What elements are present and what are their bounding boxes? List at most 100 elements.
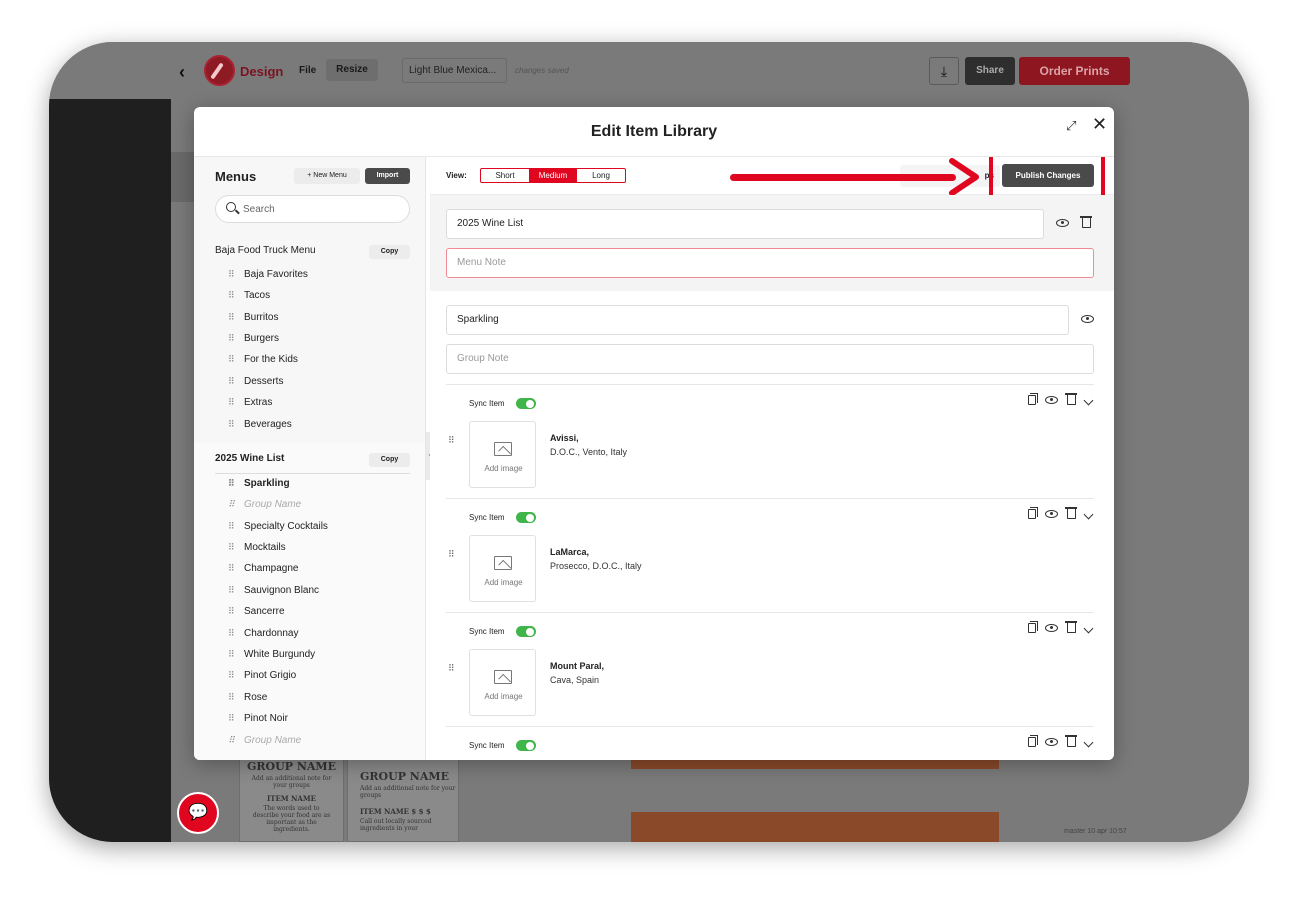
sidebar-group-item[interactable]: ⠿ Burritos [228,312,278,326]
drag-handle-icon[interactable]: ⠿ [228,312,238,323]
drag-handle-icon[interactable]: ⠿ [448,435,455,446]
share-button[interactable]: Share [965,57,1015,85]
menu-name-baja[interactable]: Baja Food Truck Menu [215,245,316,256]
drag-handle-icon[interactable]: ⠿ [228,649,238,660]
trash-icon[interactable] [1065,507,1077,519]
add-image-button[interactable]: Add image [469,421,536,488]
drag-handle-icon[interactable]: ⠿ [228,670,238,681]
download-button[interactable]: ⤓ [929,57,959,85]
add-image-button[interactable]: Add image [469,535,536,602]
drag-handle-icon[interactable]: ⠿ [228,376,238,387]
sidebar-group-item[interactable]: ⠿ For the Kids [228,354,298,368]
close-icon[interactable]: ✕ [1092,114,1107,135]
menu-name-wine[interactable]: 2025 Wine List [215,453,284,464]
file-menu[interactable]: File [299,65,316,76]
sidebar-group-item[interactable]: ⠿ Mocktails [228,542,286,556]
duplicate-icon[interactable] [1028,735,1038,747]
resize-button[interactable]: Resize [326,59,378,81]
drag-handle-icon[interactable]: ⠿ [228,290,238,301]
eye-icon[interactable] [1045,510,1058,518]
group-label: Sauvignon Blanc [244,585,320,596]
drag-handle-icon[interactable]: ⠿ [228,585,238,596]
drag-handle-icon[interactable]: ⠿ [228,419,238,430]
menu-note-input[interactable]: Menu Note [446,248,1094,278]
duplicate-icon[interactable] [1028,621,1038,633]
eye-icon[interactable] [1045,396,1058,404]
chevron-down-icon[interactable] [1083,509,1094,519]
menu-name-input[interactable]: 2025 Wine List [446,209,1044,239]
eye-icon[interactable] [1045,738,1058,746]
drag-handle-icon[interactable]: ⠿ [228,606,238,617]
sidebar-group-item[interactable]: ⠿ Group Name [228,499,301,513]
drag-handle-icon[interactable]: ⠿ [228,333,238,344]
sidebar-group-item[interactable]: ⠿ White Burgundy [228,649,315,663]
view-option-long[interactable]: Long [577,169,625,182]
drag-handle-icon[interactable]: ⠿ [228,499,238,510]
sidebar-group-item[interactable]: ⠿ Beverages [228,419,292,433]
item-name: Avissi, [550,433,579,443]
item-actions [1028,621,1094,633]
sidebar-group-item[interactable]: ⠿ Chardonnay [228,628,298,642]
new-menu-button[interactable]: + New Menu [294,168,360,184]
eye-icon[interactable] [1056,218,1069,230]
drag-handle-icon[interactable]: ⠿ [228,713,238,724]
drag-handle-icon[interactable]: ⠿ [228,354,238,365]
trash-icon[interactable] [1065,393,1077,405]
sidebar-group-item[interactable]: ⠿ Extras [228,397,272,411]
sidebar-group-item[interactable]: ⠿ Baja Favorites [228,269,308,283]
sidebar-group-item[interactable]: ⠿ Pinot Grigio [228,670,296,684]
chevron-down-icon[interactable] [1083,623,1094,633]
search-input[interactable] [243,201,403,217]
drag-handle-icon[interactable]: ⠿ [228,478,238,489]
sidebar-group-item[interactable]: ⠿ Champagne [228,563,298,577]
trash-icon[interactable] [1065,735,1077,747]
sync-item-toggle[interactable] [516,740,536,751]
sidebar-group-item[interactable]: ⠿ Rose [228,692,267,706]
chevron-down-icon[interactable] [1083,737,1094,747]
sidebar-group-item[interactable]: ⠿ Sauvignon Blanc [228,585,319,599]
sync-item-toggle[interactable] [516,398,536,409]
drag-handle-icon[interactable]: ⠿ [228,692,238,703]
chevron-down-icon[interactable] [1083,395,1094,405]
drag-handle-icon[interactable]: ⠿ [228,521,238,532]
chat-icon[interactable]: 💬 [177,792,219,834]
sidebar-group-item[interactable]: ⠿ Group Name [228,735,301,749]
sidebar-group-item[interactable]: ⠿ Specialty Cocktails [228,521,328,535]
add-image-button[interactable]: Add image [469,649,536,716]
copy-menu-button[interactable]: Copy [369,453,410,467]
sidebar-group-item[interactable]: ⠿ Desserts [228,376,283,390]
sidebar-group-item[interactable]: ⠿ Pinot Noir [228,713,288,727]
duplicate-icon[interactable] [1028,393,1038,405]
trash-icon[interactable] [1065,621,1077,633]
duplicate-icon[interactable] [1028,507,1038,519]
drag-handle-icon[interactable]: ⠿ [228,269,238,280]
drag-handle-icon[interactable]: ⠿ [448,549,455,560]
copy-menu-button[interactable]: Copy [369,245,410,259]
eye-icon[interactable] [1081,314,1094,326]
expand-icon[interactable]: ⤢ [1066,118,1076,134]
sidebar-group-item[interactable]: ⠿ Sparkling [228,478,290,492]
back-button[interactable]: ‹ [179,62,185,83]
trash-icon[interactable] [1080,216,1092,231]
view-option-short[interactable]: Short [481,169,529,182]
sidebar-group-item[interactable]: ⠿ Burgers [228,333,279,347]
drag-handle-icon[interactable]: ⠿ [228,542,238,553]
image-icon [494,556,512,570]
eye-icon[interactable] [1045,624,1058,632]
drag-handle-icon[interactable]: ⠿ [228,735,238,746]
drag-handle-icon[interactable]: ⠿ [228,563,238,574]
view-option-medium[interactable]: Medium [529,169,577,182]
design-label: Design [240,64,284,79]
drag-handle-icon[interactable]: ⠿ [228,397,238,408]
document-name-field[interactable]: Light Blue Mexica... [402,58,507,83]
drag-handle-icon[interactable]: ⠿ [228,628,238,639]
sidebar-group-item[interactable]: ⠿ Tacos [228,290,270,304]
sync-item-toggle[interactable] [516,626,536,637]
import-button[interactable]: Import [365,168,410,184]
group-note-input[interactable]: Group Note [446,344,1094,374]
sidebar-group-item[interactable]: ⠿ Sancerre [228,606,285,620]
group-name-input[interactable]: Sparkling [446,305,1069,335]
drag-handle-icon[interactable]: ⠿ [448,663,455,674]
order-prints-button[interactable]: Order Prints [1019,57,1130,85]
sync-item-toggle[interactable] [516,512,536,523]
